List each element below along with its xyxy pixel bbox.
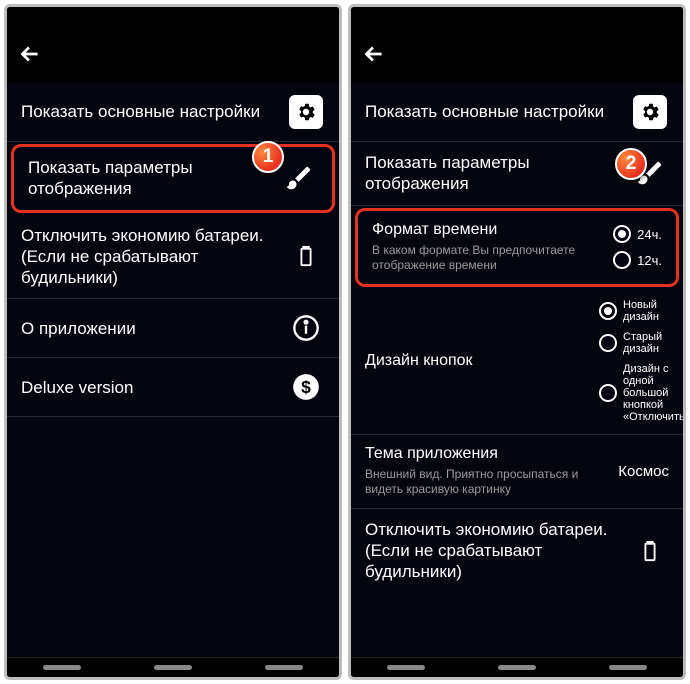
setting-title: Дизайн кнопок <box>365 352 599 370</box>
radio-label: Дизайн с одной большой кнопкой «Отключит… <box>623 363 683 423</box>
row-basic-settings[interactable]: Показать основные настройки <box>351 83 683 142</box>
row-battery[interactable]: Отключить экономию батареи. (Если не сра… <box>351 509 683 593</box>
settings-list: Показать основные настройки Показать пар… <box>7 83 339 657</box>
radio-label: 24ч. <box>637 227 662 242</box>
info-icon <box>287 309 325 347</box>
nav-back[interactable] <box>265 665 303 670</box>
nav-home[interactable] <box>154 665 192 670</box>
radio-old-design[interactable]: Старый дизайн <box>599 331 669 355</box>
statusbar <box>7 7 339 31</box>
row-label: О приложении <box>21 318 287 339</box>
radio-new-design[interactable]: Новый дизайн <box>599 299 669 323</box>
header <box>351 31 683 83</box>
navbar <box>7 657 339 677</box>
nav-home[interactable] <box>498 665 536 670</box>
setting-subtitle: В каком формате Вы предпочитаете отображ… <box>372 243 613 274</box>
row-label: Показать параметры отображения <box>28 157 280 200</box>
radio-24h[interactable]: 24ч. <box>613 225 662 243</box>
radio-12h[interactable]: 12ч. <box>613 251 662 269</box>
nav-back[interactable] <box>609 665 647 670</box>
battery-icon <box>287 237 325 275</box>
setting-title: Тема приложения <box>365 445 610 463</box>
radio-icon <box>599 384 617 402</box>
row-label: Deluxe version <box>21 377 287 398</box>
row-button-design[interactable]: Дизайн кнопок Новый дизайн Старый дизайн… <box>351 289 683 435</box>
radio-icon <box>599 334 617 352</box>
gear-icon <box>631 93 669 131</box>
row-battery[interactable]: Отключить экономию батареи. (Если не сра… <box>7 215 339 300</box>
statusbar <box>351 7 683 31</box>
battery-icon <box>631 532 669 570</box>
radio-group-time: 24ч. 12ч. <box>613 225 662 269</box>
row-display-params[interactable]: Показать параметры отображения 1 <box>11 144 335 213</box>
nav-recent[interactable] <box>387 665 425 670</box>
row-theme[interactable]: Тема приложения Внешний вид. Приятно про… <box>351 435 683 509</box>
svg-text:$: $ <box>301 377 311 397</box>
radio-label: Новый дизайн <box>623 299 669 323</box>
radio-big-off-design[interactable]: Дизайн с одной большой кнопкой «Отключит… <box>599 363 669 423</box>
radio-group-design: Новый дизайн Старый дизайн Дизайн с одно… <box>599 299 669 424</box>
header <box>7 31 339 83</box>
setting-subtitle: Внешний вид. Приятно просыпаться и видет… <box>365 467 610 498</box>
row-label: Отключить экономию батареи. (Если не сра… <box>365 519 631 583</box>
nav-recent[interactable] <box>43 665 81 670</box>
row-label: Показать параметры отображения <box>365 152 631 195</box>
radio-label: Старый дизайн <box>623 331 669 355</box>
row-label: Показать основные настройки <box>365 101 631 122</box>
radio-label: 12ч. <box>637 253 662 268</box>
row-label: Показать основные настройки <box>21 101 287 122</box>
row-display-params[interactable]: Показать параметры отображения 2 <box>351 142 683 206</box>
radio-icon <box>599 302 617 320</box>
badge-2: 2 <box>615 148 647 180</box>
badge-1: 1 <box>252 141 284 173</box>
back-icon[interactable] <box>17 41 43 74</box>
row-label: Отключить экономию батареи. (Если не сра… <box>21 225 287 289</box>
row-about[interactable]: О приложении <box>7 299 339 358</box>
setting-value: Космос <box>610 463 669 480</box>
phone-left: Показать основные настройки Показать пар… <box>4 4 342 680</box>
row-basic-settings[interactable]: Показать основные настройки <box>7 83 339 142</box>
back-icon[interactable] <box>361 41 387 74</box>
brush-icon <box>280 159 318 197</box>
row-time-format[interactable]: Формат времени В каком формате Вы предпо… <box>355 208 679 287</box>
settings-list: Показать основные настройки Показать пар… <box>351 83 683 657</box>
gear-icon <box>287 93 325 131</box>
radio-icon <box>613 251 631 269</box>
navbar <box>351 657 683 677</box>
radio-icon <box>613 225 631 243</box>
dollar-icon: $ <box>287 368 325 406</box>
setting-title: Формат времени <box>372 221 613 239</box>
phone-right: Показать основные настройки Показать пар… <box>348 4 686 680</box>
row-deluxe[interactable]: Deluxe version $ <box>7 358 339 417</box>
